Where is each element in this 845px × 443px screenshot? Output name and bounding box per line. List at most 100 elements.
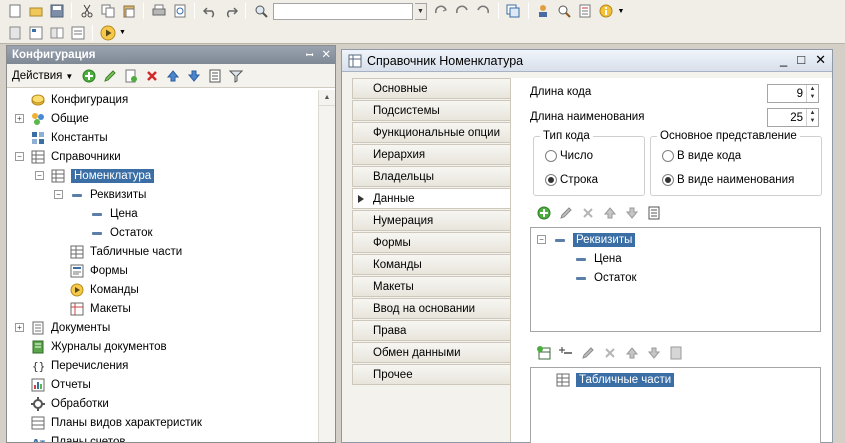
- open-folder-icon[interactable]: [28, 3, 44, 19]
- tab[interactable]: Иерархия: [352, 144, 510, 165]
- search-input[interactable]: [273, 2, 413, 20]
- tree-item[interactable]: Планы видов характеристик: [15, 413, 202, 432]
- tree-item[interactable]: Конфигурация: [15, 90, 128, 109]
- tree-item[interactable]: Макеты: [54, 299, 131, 318]
- tree-item[interactable]: Цена: [573, 249, 622, 268]
- add-icon[interactable]: [81, 68, 97, 84]
- close-icon[interactable]: ✕: [815, 52, 826, 68]
- name-length-field[interactable]: 25 ▲ ▼: [767, 108, 819, 127]
- code-type-number-radio[interactable]: Число: [545, 150, 593, 162]
- replace-icon[interactable]: [433, 3, 449, 19]
- minimize-icon[interactable]: _: [780, 52, 787, 68]
- list-icon[interactable]: [668, 345, 684, 361]
- copy-item-icon[interactable]: [123, 68, 139, 84]
- collapse-icon[interactable]: −: [54, 190, 63, 199]
- code-length-spinner[interactable]: ▲ ▼: [806, 85, 818, 102]
- tree-item[interactable]: − Справочники: [15, 147, 121, 166]
- info-dropdown-icon[interactable]: ▼: [618, 8, 625, 15]
- new-doc-icon[interactable]: [7, 3, 23, 19]
- collapse-icon[interactable]: −: [537, 235, 546, 244]
- tree-item[interactable]: − Реквизиты: [537, 230, 636, 249]
- tab[interactable]: Команды: [352, 254, 510, 275]
- list-icon[interactable]: [207, 68, 223, 84]
- edit-icon[interactable]: [102, 68, 118, 84]
- edit-icon[interactable]: [558, 205, 574, 221]
- add-icon[interactable]: [536, 205, 552, 221]
- move-up-icon[interactable]: [602, 205, 618, 221]
- find-next-icon[interactable]: [454, 3, 470, 19]
- tab[interactable]: Формы: [352, 232, 510, 253]
- tab[interactable]: Подсистемы: [352, 100, 510, 121]
- copy-icon[interactable]: [100, 3, 116, 19]
- config-db-icon[interactable]: [7, 25, 23, 41]
- config-tree-icon[interactable]: [28, 25, 44, 41]
- code-length-field[interactable]: 9 ▲ ▼: [767, 84, 819, 103]
- tree-item[interactable]: Формы: [54, 261, 128, 280]
- expand-icon[interactable]: +: [15, 114, 24, 123]
- move-down-icon[interactable]: [624, 205, 640, 221]
- tab[interactable]: Нумерация: [352, 210, 510, 231]
- maximize-icon[interactable]: □: [797, 52, 805, 68]
- tree-item[interactable]: Обработки: [15, 394, 109, 413]
- collapse-icon[interactable]: −: [35, 171, 44, 180]
- list-icon[interactable]: [646, 205, 662, 221]
- tree-item[interactable]: Отчеты: [15, 375, 91, 394]
- search-dropdown-button[interactable]: ▼: [415, 2, 427, 20]
- move-up-icon[interactable]: [165, 68, 181, 84]
- repr-code-radio[interactable]: В виде кода: [662, 150, 741, 162]
- tab[interactable]: Данные: [352, 188, 510, 209]
- tab[interactable]: Обмен данными: [352, 342, 510, 363]
- paste-icon[interactable]: [121, 3, 137, 19]
- tab[interactable]: Макеты: [352, 276, 510, 297]
- run-dropdown-icon[interactable]: ▼: [119, 29, 126, 36]
- code-type-string-radio[interactable]: Строка: [545, 174, 598, 186]
- preview-icon[interactable]: [172, 3, 188, 19]
- expand-icon[interactable]: +: [15, 323, 24, 332]
- tree-item[interactable]: Цена: [74, 204, 138, 223]
- tree-item[interactable]: Журналы документов: [15, 337, 167, 356]
- tree-item[interactable]: Константы: [15, 128, 108, 147]
- pin-icon[interactable]: ꟷ: [306, 47, 313, 63]
- tree-item[interactable]: Табличные части: [54, 242, 182, 261]
- syntax-icon[interactable]: [577, 3, 593, 19]
- find-prev-icon[interactable]: [475, 3, 491, 19]
- tree-item[interactable]: − Номенклатура: [35, 166, 155, 185]
- save-icon[interactable]: [49, 3, 65, 19]
- search-config-icon[interactable]: [556, 3, 572, 19]
- configuration-tree-scrollbar[interactable]: ▲: [318, 90, 335, 442]
- user-icon[interactable]: [535, 3, 551, 19]
- tree-item[interactable]: Команды: [54, 280, 139, 299]
- edit-icon[interactable]: [580, 345, 596, 361]
- collapse-icon[interactable]: −: [15, 152, 24, 161]
- undo-icon[interactable]: [202, 3, 218, 19]
- cut-icon[interactable]: [79, 3, 95, 19]
- tree-item[interactable]: Табличные части: [537, 370, 675, 389]
- tree-item[interactable]: − Реквизиты: [54, 185, 146, 204]
- tab[interactable]: Владельцы: [352, 166, 510, 187]
- redo-icon[interactable]: [223, 3, 239, 19]
- filter-icon[interactable]: [228, 68, 244, 84]
- tab[interactable]: Права: [352, 320, 510, 341]
- run-icon[interactable]: [100, 25, 116, 41]
- move-up-icon[interactable]: [624, 345, 640, 361]
- compare-icon[interactable]: [49, 25, 65, 41]
- repr-name-radio[interactable]: В виде наименования: [662, 174, 794, 186]
- scroll-up-icon[interactable]: ▲: [319, 90, 335, 106]
- close-icon[interactable]: ✕: [321, 47, 331, 63]
- print-icon[interactable]: [151, 3, 167, 19]
- tree-item[interactable]: + Документы: [15, 318, 110, 337]
- add-tabular-part-icon[interactable]: [536, 345, 552, 361]
- tree-item[interactable]: Ат Планы счетов: [15, 432, 125, 443]
- tab[interactable]: Основные: [352, 78, 510, 99]
- move-down-icon[interactable]: [186, 68, 202, 84]
- debug-icon[interactable]: [70, 25, 86, 41]
- delete-icon[interactable]: [144, 68, 160, 84]
- tab[interactable]: Прочее: [352, 364, 510, 385]
- actions-menu[interactable]: Действия ▼: [12, 70, 73, 82]
- tree-item[interactable]: Остаток: [74, 223, 153, 242]
- find-icon[interactable]: [253, 3, 269, 19]
- tree-item[interactable]: {} Перечисления: [15, 356, 128, 375]
- name-length-spinner[interactable]: ▲ ▼: [806, 109, 818, 126]
- tree-item[interactable]: + Общие: [15, 109, 89, 128]
- tab[interactable]: Функциональные опции: [352, 122, 510, 143]
